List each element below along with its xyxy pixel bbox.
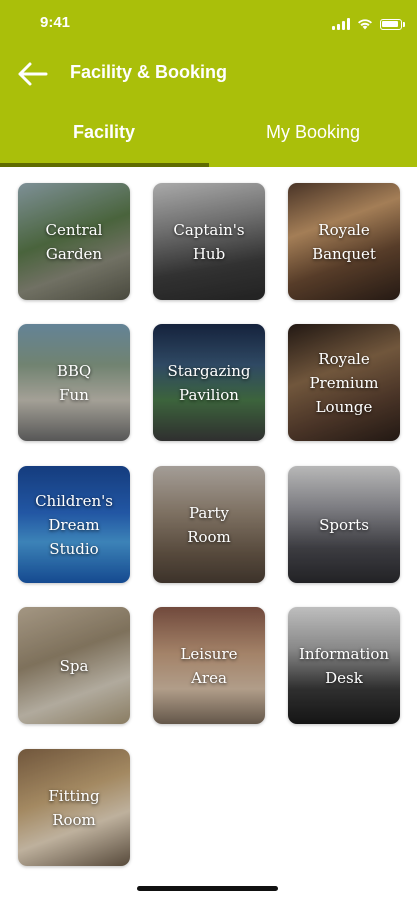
facility-card[interactable]: Children's Dream Studio — [18, 466, 130, 583]
tab-facility[interactable]: Facility — [0, 110, 208, 167]
facility-label: Royale Banquet — [312, 220, 376, 263]
tab-bar: Facility My Booking — [0, 110, 417, 167]
facility-label: Central Garden — [45, 220, 103, 263]
home-indicator — [137, 886, 278, 891]
facility-card[interactable]: Information Desk — [288, 607, 400, 724]
app-header: 9:41 Facility & Booking Facility My Book… — [0, 0, 417, 167]
facility-card[interactable]: Fitting Room — [18, 749, 130, 866]
facility-label: Stargazing Pavilion — [167, 361, 251, 404]
facility-card[interactable]: Royale Premium Lounge — [288, 324, 400, 441]
facility-card[interactable]: Party Room — [153, 466, 265, 583]
facility-label: Captain's Hub — [173, 220, 245, 263]
cellular-signal-icon — [332, 18, 350, 30]
facility-label: Fitting Room — [48, 786, 100, 829]
facility-card[interactable]: Central Garden — [18, 183, 130, 300]
facility-card[interactable]: Spa — [18, 607, 130, 724]
facility-label: Spa — [59, 656, 89, 675]
wifi-icon — [358, 19, 372, 30]
facility-card[interactable]: Leisure Area — [153, 607, 265, 724]
facility-card[interactable]: Stargazing Pavilion — [153, 324, 265, 441]
status-bar: 9:41 — [0, 0, 417, 48]
page-title: Facility & Booking — [70, 62, 228, 82]
facility-label: BBQ Fun — [56, 361, 92, 404]
back-arrow-icon — [18, 62, 48, 86]
facility-label: Leisure Area — [180, 644, 238, 687]
tab-my-booking[interactable]: My Booking — [209, 110, 417, 167]
facility-card[interactable]: Sports — [288, 466, 400, 583]
facility-label: Royale Premium Lounge — [309, 349, 379, 416]
back-button[interactable] — [14, 56, 50, 92]
facility-card[interactable]: Royale Banquet — [288, 183, 400, 300]
facility-label: Information Desk — [298, 644, 390, 687]
facility-label: Children's Dream Studio — [35, 491, 113, 558]
facility-label: Sports — [319, 515, 369, 534]
battery-icon — [380, 18, 402, 30]
status-icons — [332, 16, 405, 32]
facility-card[interactable]: Captain's Hub — [153, 183, 265, 300]
battery-cap — [403, 21, 405, 27]
status-time: 9:41 — [40, 14, 71, 31]
nav-bar: Facility & Booking — [0, 50, 417, 96]
facility-label: Party Room — [187, 503, 231, 546]
facility-card[interactable]: BBQ Fun — [18, 324, 130, 441]
active-tab-indicator — [0, 163, 209, 167]
